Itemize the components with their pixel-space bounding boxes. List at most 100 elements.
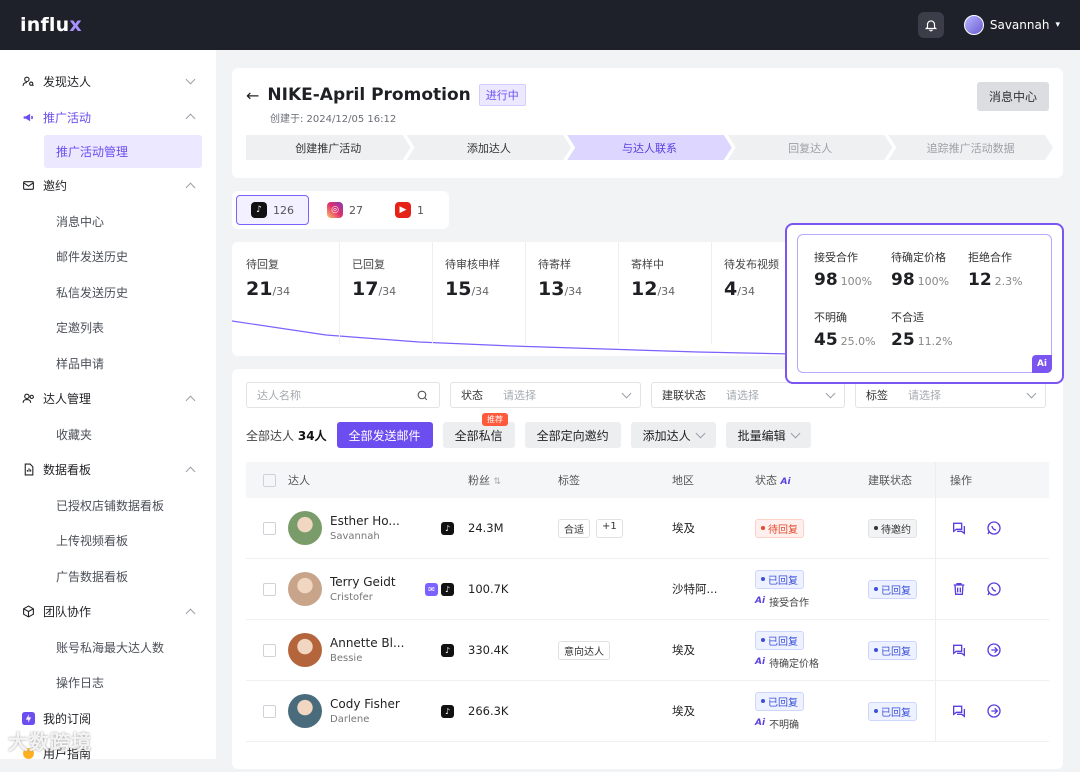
fans-count: 100.7K: [468, 582, 509, 596]
stat-4[interactable]: 寄样中 12/34: [631, 256, 675, 300]
step-0[interactable]: 创建推广活动: [246, 135, 411, 160]
tag-select[interactable]: 标签 请选择: [855, 382, 1046, 408]
creator-name: Esther Ho...: [330, 514, 400, 528]
step-2[interactable]: 与达人联系: [567, 135, 732, 160]
sidebar-group-4[interactable]: 数据看板: [0, 452, 216, 488]
platform-tab-0[interactable]: ♪ 126: [236, 195, 309, 225]
creator-cell[interactable]: Terry Geidt Cristofer ✉ ♪: [288, 572, 468, 606]
chevron-down-icon[interactable]: [185, 74, 196, 85]
creator-handle: Savannah: [330, 531, 380, 542]
sidebar-group-5[interactable]: 团队协作: [0, 594, 216, 630]
ai-stat-2[interactable]: 拒绝合作 12 2.3%: [968, 249, 1023, 290]
chevron-up-icon[interactable]: [185, 182, 196, 193]
chevron-up-icon[interactable]: [185, 608, 196, 619]
chevron-up-icon[interactable]: [185, 113, 196, 124]
whatsapp-icon[interactable]: [985, 520, 1002, 537]
step-4[interactable]: 追踪推广活动数据: [888, 135, 1053, 160]
row-checkbox[interactable]: [263, 582, 276, 596]
search-input[interactable]: 达人名称: [246, 382, 440, 408]
table-row[interactable]: Annette Bl... Bessie ♪ 330.4K 意向达人 埃及 已回复 Ai 待确定…: [246, 620, 1049, 681]
avatar: [288, 694, 322, 728]
tag[interactable]: +1: [596, 518, 623, 538]
platform-tab-2[interactable]: ▶ 1: [381, 195, 438, 225]
sidebar-item[interactable]: 广告数据看板: [0, 559, 216, 595]
sidebar-item[interactable]: 操作日志: [0, 665, 216, 701]
sidebar-item[interactable]: 定邀列表: [0, 310, 216, 346]
ai-stat-0[interactable]: 接受合作 98 100%: [814, 249, 872, 290]
stat-value: 17/34: [352, 278, 396, 300]
stat-0[interactable]: 待回复 21/34: [246, 256, 290, 300]
table-row[interactable]: Terry Geidt Cristofer ✉ ♪ 100.7K 沙特阿... 已回复 Ai 接…: [246, 559, 1049, 620]
sidebar-group-left: 达人管理: [22, 390, 91, 407]
ai-status: Ai 待确定价格: [755, 655, 868, 670]
chevron-up-icon[interactable]: [185, 466, 196, 477]
send-all-email-button[interactable]: 全部发送邮件: [336, 422, 433, 448]
table-row[interactable]: Esther Ho... Savannah ♪ 24.3M 合适 +1 埃及 待回复 待邀约: [246, 498, 1049, 559]
stat-3[interactable]: 待寄样 13/34: [538, 256, 582, 300]
creator-cell[interactable]: Cody Fisher Darlene ♪: [288, 694, 468, 728]
message-center-button[interactable]: 消息中心: [976, 82, 1049, 111]
trash-icon[interactable]: [950, 581, 967, 598]
app-logo[interactable]: influx: [20, 14, 82, 36]
row-checkbox[interactable]: [263, 521, 276, 535]
creator-cell[interactable]: Esther Ho... Savannah ♪: [288, 511, 468, 545]
step-3[interactable]: 回复达人: [728, 135, 893, 160]
status-badge: 进行中: [478, 84, 526, 106]
sidebar-item[interactable]: 消息中心: [0, 204, 216, 240]
col-creator: 达人: [288, 474, 310, 487]
stat-label: 已回复: [352, 258, 385, 271]
sidebar-item[interactable]: 上传视频看板: [0, 523, 216, 559]
status-dot: [874, 587, 878, 591]
ai-stat-value: 45 25.0%: [814, 330, 876, 350]
sort-icon[interactable]: ⇅: [494, 477, 502, 487]
whatsapp-icon[interactable]: [985, 581, 1002, 598]
stat-5[interactable]: 待发布视频 4/34: [724, 256, 779, 300]
link-status-select[interactable]: 建联状态 请选择: [651, 382, 845, 408]
ai-stat-4[interactable]: 不合适 25 11.2%: [891, 309, 953, 350]
bell-icon[interactable]: [917, 12, 944, 38]
sidebar-item[interactable]: 私信发送历史: [0, 275, 216, 311]
sidebar-item[interactable]: 邮件发送历史: [0, 239, 216, 275]
sidebar-item[interactable]: 样品申请: [0, 346, 216, 382]
search-icon[interactable]: [416, 389, 429, 402]
chevron-up-icon[interactable]: [185, 395, 196, 406]
arrow-right-icon[interactable]: [985, 703, 1002, 720]
sidebar-group-0[interactable]: 发现达人: [0, 64, 216, 100]
table-row[interactable]: Cody Fisher Darlene ♪ 266.3K 埃及 已回复 Ai 不明确 已回复: [246, 681, 1049, 742]
select-all-checkbox[interactable]: [263, 473, 276, 487]
add-creator-button[interactable]: 添加达人: [630, 422, 716, 448]
sidebar-group-1[interactable]: 推广活动: [0, 100, 216, 136]
row-checkbox[interactable]: [263, 704, 276, 718]
ai-stat-1[interactable]: 待确定价格 98 100%: [891, 249, 949, 290]
sidebar-item[interactable]: 已授权店铺数据看板: [0, 488, 216, 524]
invite-all-button[interactable]: 全部定向邀约: [524, 422, 621, 448]
back-arrow-icon[interactable]: ←: [246, 86, 259, 105]
col-fans[interactable]: 粉丝 ⇅: [468, 472, 558, 488]
stat-1[interactable]: 已回复 17/34: [352, 256, 396, 300]
ai-stat-3[interactable]: 不明确 45 25.0%: [814, 309, 876, 350]
bulk-edit-button[interactable]: 批量编辑: [725, 422, 811, 448]
sidebar-item[interactable]: 推广活动管理: [44, 135, 202, 168]
tag[interactable]: 合适: [558, 518, 590, 538]
platform-tab-1[interactable]: ◎ 27: [313, 195, 377, 225]
sidebar-group-2[interactable]: 邀约: [0, 168, 216, 204]
sidebar-group-label: 我的订阅: [43, 711, 92, 726]
creator-cell[interactable]: Annette Bl... Bessie ♪: [288, 633, 468, 667]
link-status-text: 已回复: [881, 585, 911, 597]
stat-2[interactable]: 待审核申样 15/34: [445, 256, 500, 300]
sidebar-item[interactable]: 账号私海最大达人数: [0, 630, 216, 666]
sidebar-item[interactable]: 收藏夹: [0, 417, 216, 453]
row-checkbox[interactable]: [263, 643, 276, 657]
sidebar-group-3[interactable]: 达人管理: [0, 381, 216, 417]
ai-stat-number: 98: [891, 270, 915, 290]
tag[interactable]: 意向达人: [558, 640, 610, 660]
chat-icon[interactable]: [950, 642, 967, 659]
chat-icon[interactable]: [950, 703, 967, 720]
chat-icon[interactable]: [950, 520, 967, 537]
ai-stat-value: 98 100%: [814, 270, 872, 290]
step-1[interactable]: 添加达人: [407, 135, 572, 160]
user-menu[interactable]: Savannah ▾: [963, 15, 1060, 35]
ai-stat-label: 不明确: [814, 311, 847, 324]
status-select[interactable]: 状态 请选择: [450, 382, 641, 408]
arrow-right-icon[interactable]: [985, 642, 1002, 659]
